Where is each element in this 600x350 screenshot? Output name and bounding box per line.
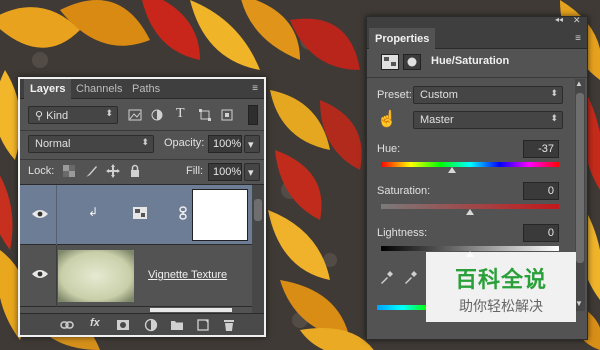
filter-toggle-switch[interactable]	[248, 105, 258, 125]
chevron-updown-icon: ⬍	[550, 88, 558, 98]
chevron-updown-icon: ⬍	[141, 137, 149, 147]
link-icon[interactable]	[60, 318, 74, 332]
color-range-bar	[377, 305, 427, 310]
search-icon: ⚲	[35, 110, 47, 122]
next-layer-thumbnail-partial	[150, 308, 232, 312]
channel-select[interactable]: Master ⬍	[413, 111, 563, 129]
layers-scrollbar[interactable]	[252, 185, 264, 313]
layer-mask-icon[interactable]	[403, 54, 421, 70]
hue-label: Hue:	[377, 143, 401, 155]
close-icon[interactable]: ✕	[573, 15, 581, 26]
lightness-field[interactable]: 0	[523, 224, 559, 242]
filter-type-icon[interactable]: T	[176, 106, 185, 122]
lock-all-icon[interactable]	[128, 164, 142, 178]
collapse-icon[interactable]: ◂◂	[555, 15, 563, 24]
lock-position-icon[interactable]	[106, 164, 120, 178]
watermark-subtitle: 助你轻松解决	[459, 299, 543, 315]
mask-icon[interactable]	[116, 318, 130, 332]
chevron-updown-icon: ⬍	[550, 113, 558, 123]
preset-value: Custom	[420, 89, 458, 101]
panel-menu-icon[interactable]: ≡	[575, 33, 581, 44]
eye-icon[interactable]	[32, 269, 48, 279]
layer-row-vignette-texture[interactable]: Vignette Texture	[20, 245, 264, 307]
layers-footer: fx	[20, 313, 264, 335]
blend-mode-select[interactable]: Normal ⬍	[28, 135, 154, 153]
layer-name-vignette-texture[interactable]: Vignette Texture	[148, 269, 227, 281]
saturation-field[interactable]: 0	[523, 182, 559, 200]
opacity-field[interactable]: 100%	[208, 135, 242, 153]
tab-layers[interactable]: Layers	[24, 79, 72, 99]
fill-dropdown-button[interactable]: ▾	[244, 163, 260, 181]
layers-scrollbar-thumb[interactable]	[254, 199, 262, 221]
chevron-down-icon: ▾	[248, 167, 254, 179]
eye-icon[interactable]	[32, 209, 48, 219]
panel-top-bar: ◂◂ ✕	[367, 15, 587, 27]
properties-scrollbar[interactable]: ▲ ▼	[575, 79, 585, 311]
saturation-slider-thumb[interactable]	[466, 209, 474, 215]
lock-image-pixels-icon[interactable]	[84, 164, 98, 178]
preset-label: Preset:	[377, 89, 412, 101]
filter-adjustment-icon[interactable]	[150, 108, 164, 122]
trash-icon[interactable]	[222, 318, 236, 332]
opacity-label: Opacity:	[164, 137, 205, 149]
targeted-adjustment-hand-icon[interactable]: ☝	[377, 109, 397, 129]
hue-saturation-adjustment-icon	[133, 207, 147, 219]
adjustment-title: Hue/Saturation	[431, 55, 510, 67]
tab-channels[interactable]: Channels	[70, 79, 128, 99]
hue-slider-thumb[interactable]	[447, 167, 456, 173]
blend-mode-value: Normal	[35, 138, 71, 150]
watermark: 百科全说 助你轻松解决	[426, 252, 576, 322]
divider	[367, 77, 587, 78]
mask-link-icon[interactable]	[178, 206, 188, 220]
chevron-down-icon: ▾	[248, 139, 254, 151]
filter-kind-select[interactable]: ⚲ Kind ⬍	[28, 106, 118, 124]
filter-pixel-icon[interactable]	[128, 108, 142, 122]
filter-smart-object-icon[interactable]	[220, 108, 234, 122]
new-layer-icon[interactable]	[196, 318, 210, 332]
saturation-label: Saturation:	[377, 185, 431, 197]
layer-row-hue-saturation[interactable]: ↲	[20, 185, 264, 245]
divider	[20, 130, 264, 131]
clipping-arrow-icon: ↲	[88, 205, 99, 219]
tab-paths[interactable]: Paths	[126, 79, 166, 99]
divider	[56, 185, 57, 245]
adjustment-icon[interactable]	[144, 318, 158, 332]
hue-saturation-adjustment-icon	[381, 54, 399, 70]
folder-icon[interactable]	[170, 318, 184, 332]
preset-select[interactable]: Custom ⬍	[413, 86, 563, 104]
fill-label: Fill:	[186, 165, 204, 177]
scroll-up-icon[interactable]: ▲	[575, 79, 583, 88]
filter-kind-label: Kind	[46, 110, 69, 122]
layers-panel-tabs: Layers Channels Paths ≡	[20, 79, 264, 99]
chevron-updown-icon: ⬍	[105, 108, 113, 118]
eyedropper-icon[interactable]	[379, 271, 393, 285]
lock-label: Lock:	[28, 165, 55, 177]
channel-value: Master	[420, 114, 454, 126]
hue-slider-track[interactable]	[381, 162, 559, 167]
eyedropper-add-icon[interactable]	[403, 271, 417, 285]
scroll-down-icon[interactable]: ▼	[575, 299, 583, 308]
divider	[56, 245, 57, 307]
divider	[20, 159, 264, 160]
layer-mask-thumbnail[interactable]	[192, 189, 248, 241]
hue-field[interactable]: -37	[523, 140, 559, 158]
opacity-dropdown-button[interactable]: ▾	[244, 135, 260, 153]
layers-panel: Layers Channels Paths ≡ ⚲ Kind ⬍ T Norma…	[18, 77, 266, 337]
watermark-title: 百科全说	[454, 268, 547, 293]
vignette-texture-thumbnail	[58, 250, 134, 302]
lightness-label: Lightness:	[377, 227, 428, 239]
lock-transparent-pixels-icon[interactable]	[62, 164, 76, 178]
properties-scrollbar-thumb[interactable]	[576, 93, 584, 263]
properties-tabs: Properties ≡	[367, 27, 587, 49]
filter-shape-icon[interactable]	[198, 108, 212, 122]
fill-field[interactable]: 100%	[208, 163, 242, 181]
tab-properties[interactable]: Properties	[369, 28, 436, 49]
fx-icon[interactable]: fx	[90, 317, 100, 329]
panel-menu-icon[interactable]: ≡	[252, 83, 258, 94]
